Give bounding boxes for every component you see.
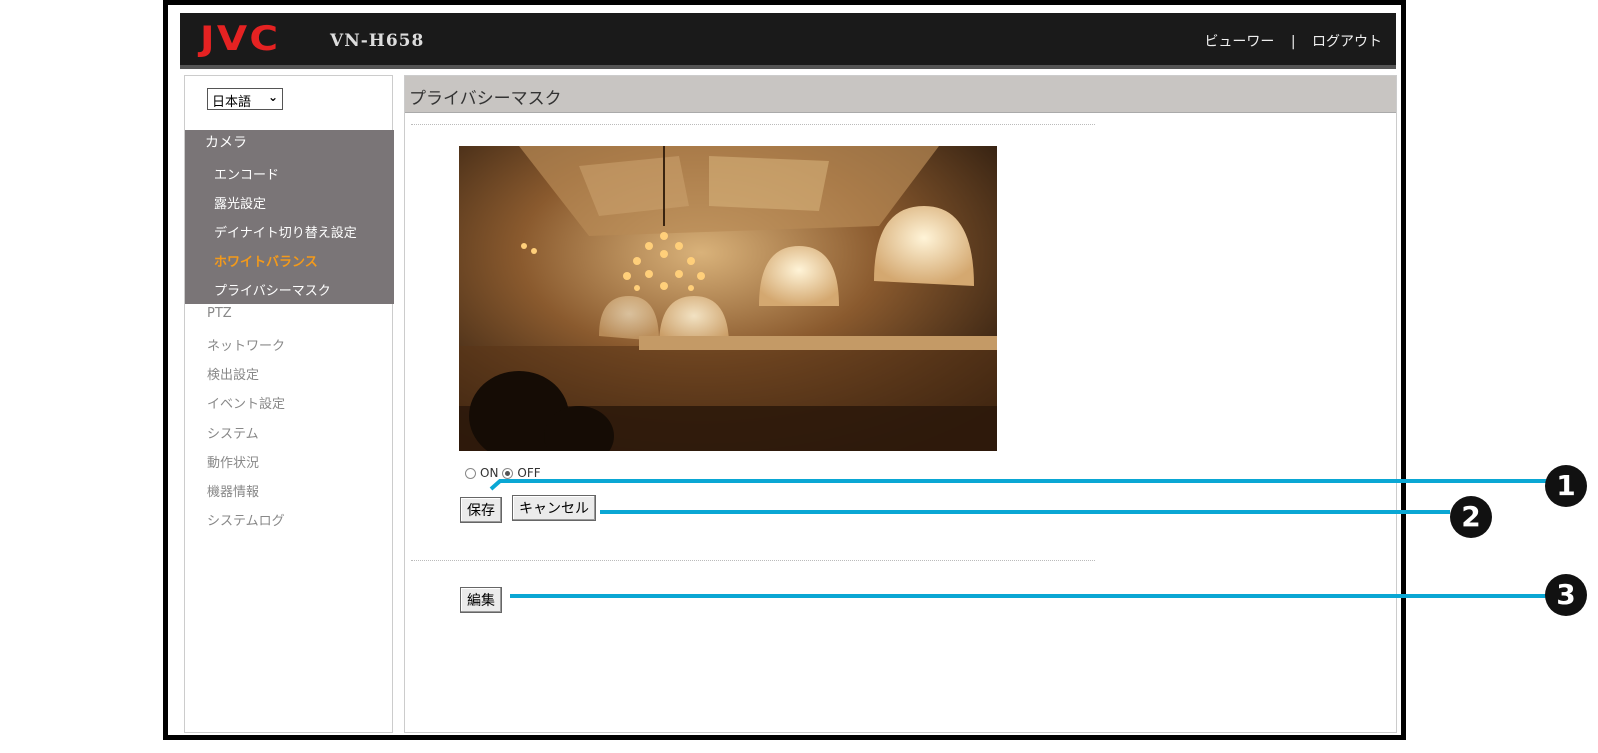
header-bar: JVC VN-H658 ビューワー | ログアウト bbox=[180, 13, 1396, 69]
main-panel: プライバシーマスク ON OFF 保存 キャンセル 編集 bbox=[404, 75, 1397, 733]
chevron-down-icon: ⌄ bbox=[267, 90, 278, 104]
divider bbox=[411, 124, 1095, 125]
sidebar-item-status[interactable]: 動作状況 bbox=[207, 452, 259, 471]
radio-off-label: OFF bbox=[517, 466, 541, 480]
nav-separator: | bbox=[1290, 34, 1296, 50]
save-button[interactable]: 保存 bbox=[460, 497, 502, 523]
edit-button[interactable]: 編集 bbox=[460, 587, 502, 613]
sidebar-item-event[interactable]: イベント設定 bbox=[207, 393, 285, 412]
web-ui: JVC VN-H658 ビューワー | ログアウト 日本語 ⌄ カメラ エンコー… bbox=[180, 13, 1397, 733]
sidebar-item-system[interactable]: システム bbox=[207, 423, 259, 442]
camera-preview bbox=[459, 146, 997, 451]
sidebar-item-encode[interactable]: エンコード bbox=[214, 164, 279, 183]
sidebar-item-day-night[interactable]: デイナイト切り替え設定 bbox=[214, 222, 357, 241]
page-title-bar: プライバシーマスク bbox=[405, 76, 1396, 113]
camera-menu-group: カメラ エンコード 露光設定 デイナイト切り替え設定 ホワイトバランス プライバ… bbox=[185, 130, 394, 304]
sidebar-item-device-info[interactable]: 機器情報 bbox=[207, 481, 259, 500]
sidebar-item-exposure[interactable]: 露光設定 bbox=[214, 193, 266, 212]
model-name: VN-H658 bbox=[330, 31, 425, 51]
page-title: プライバシーマスク bbox=[409, 89, 562, 109]
sidebar-item-privacy-mask[interactable]: プライバシーマスク bbox=[214, 280, 331, 299]
header-underline bbox=[180, 65, 1396, 69]
radio-off[interactable] bbox=[502, 467, 514, 479]
radio-on-label: ON bbox=[480, 466, 499, 480]
jvc-logo: JVC bbox=[200, 19, 281, 59]
language-select[interactable]: 日本語 ⌄ bbox=[207, 88, 283, 110]
radio-on[interactable] bbox=[465, 467, 476, 479]
sidebar-item-network[interactable]: ネットワーク bbox=[207, 335, 285, 354]
language-value: 日本語 bbox=[212, 95, 252, 110]
callout-badge-2: 2 bbox=[1450, 496, 1492, 538]
top-nav: ビューワー | ログアウト bbox=[1204, 31, 1382, 51]
sidebar-item-detection[interactable]: 検出設定 bbox=[207, 364, 259, 383]
divider bbox=[411, 560, 1095, 561]
sidebar-item-system-log[interactable]: システムログ bbox=[207, 510, 285, 529]
privacy-mask-toggle: ON OFF bbox=[465, 466, 541, 480]
cancel-button[interactable]: キャンセル bbox=[512, 495, 596, 521]
sidebar-item-ptz[interactable]: PTZ bbox=[207, 306, 232, 321]
callout-badge-3: 3 bbox=[1545, 574, 1587, 616]
sidebar: 日本語 ⌄ カメラ エンコード 露光設定 デイナイト切り替え設定 ホワイトバラン… bbox=[184, 75, 394, 733]
logout-link[interactable]: ログアウト bbox=[1312, 31, 1382, 51]
screenshot-frame: JVC VN-H658 ビューワー | ログアウト 日本語 ⌄ カメラ エンコー… bbox=[163, 0, 1406, 740]
callout-badge-1: 1 bbox=[1545, 465, 1587, 507]
sidebar-item-camera[interactable]: カメラ bbox=[205, 132, 247, 152]
sidebar-item-white-balance[interactable]: ホワイトバランス bbox=[214, 251, 318, 270]
viewer-link[interactable]: ビューワー bbox=[1204, 31, 1274, 51]
